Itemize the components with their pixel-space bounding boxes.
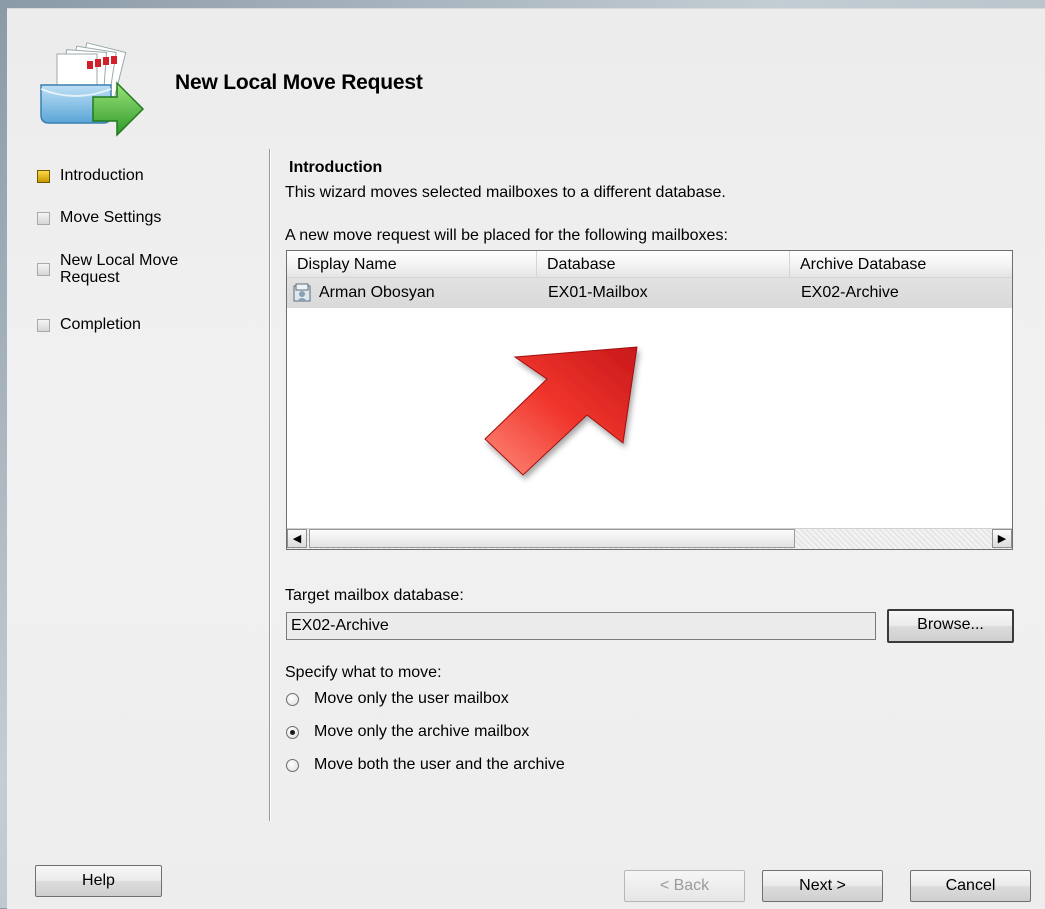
cell-display-name: Arman Obosyan: [319, 284, 435, 301]
step-label: New Local Move Request: [60, 252, 179, 286]
cancel-button[interactable]: Cancel: [910, 870, 1031, 902]
specify-move-label: Specify what to move:: [285, 664, 442, 681]
step-completion: Completion: [37, 316, 141, 333]
step-new-local-move-request: New Local Move Request: [37, 252, 210, 286]
step-label: Introduction: [60, 167, 144, 184]
browse-button[interactable]: Browse...: [887, 609, 1014, 643]
help-button[interactable]: Help: [35, 865, 162, 897]
column-header-display-name[interactable]: Display Name: [287, 251, 537, 277]
column-header-archive-database[interactable]: Archive Database: [790, 251, 1012, 277]
move-mailbox-icon: [40, 42, 145, 137]
step-introduction: Introduction: [37, 167, 144, 184]
column-header-database[interactable]: Database: [537, 251, 790, 277]
horizontal-scrollbar[interactable]: ◀ ▶: [287, 528, 1012, 549]
cell-database: EX01-Mailbox: [548, 284, 648, 301]
radio-move-user-mailbox[interactable]: Move only the user mailbox: [286, 690, 509, 708]
section-heading: Introduction: [289, 159, 383, 176]
wizard-window: New Local Move Request Introduction Move…: [7, 8, 1045, 909]
mailbox-list[interactable]: Display Name Database Archive Database A…: [286, 250, 1013, 550]
mailbox-user-icon: [293, 283, 311, 302]
radio-label: Move only the user mailbox: [314, 690, 509, 707]
cell-archive-database: EX02-Archive: [801, 284, 899, 301]
wizard-title: New Local Move Request: [175, 71, 423, 94]
back-button[interactable]: < Back: [624, 870, 745, 902]
sidebar-divider: [269, 149, 270, 821]
step-label: Move Settings: [60, 209, 162, 226]
radio-icon[interactable]: [286, 758, 299, 772]
scroll-right-icon[interactable]: ▶: [992, 529, 1012, 548]
step-icon: [37, 263, 50, 276]
step-icon: [37, 319, 50, 332]
radio-label: Move both the user and the archive: [314, 756, 565, 773]
radio-icon[interactable]: [286, 692, 299, 706]
list-caption: A new move request will be placed for th…: [285, 227, 728, 244]
step-move-settings: Move Settings: [37, 209, 161, 226]
section-description: This wizard moves selected mailboxes to …: [285, 184, 726, 201]
radio-move-both[interactable]: Move both the user and the archive: [286, 756, 565, 774]
radio-checked-icon[interactable]: [286, 725, 299, 739]
scroll-left-icon[interactable]: ◀: [287, 529, 307, 548]
radio-label: Move only the archive mailbox: [314, 723, 530, 740]
scroll-thumb[interactable]: [309, 529, 795, 548]
next-button[interactable]: Next >: [762, 870, 883, 902]
active-step-icon: [37, 170, 50, 183]
step-icon: [37, 212, 50, 225]
target-database-field[interactable]: EX02-Archive: [286, 612, 876, 640]
list-header: Display Name Database Archive Database: [287, 251, 1012, 278]
radio-move-archive-mailbox[interactable]: Move only the archive mailbox: [286, 723, 529, 741]
target-database-label: Target mailbox database:: [285, 587, 464, 604]
step-label: Completion: [60, 316, 141, 333]
table-row[interactable]: Arman Obosyan EX01-Mailbox EX02-Archive: [287, 278, 1012, 308]
